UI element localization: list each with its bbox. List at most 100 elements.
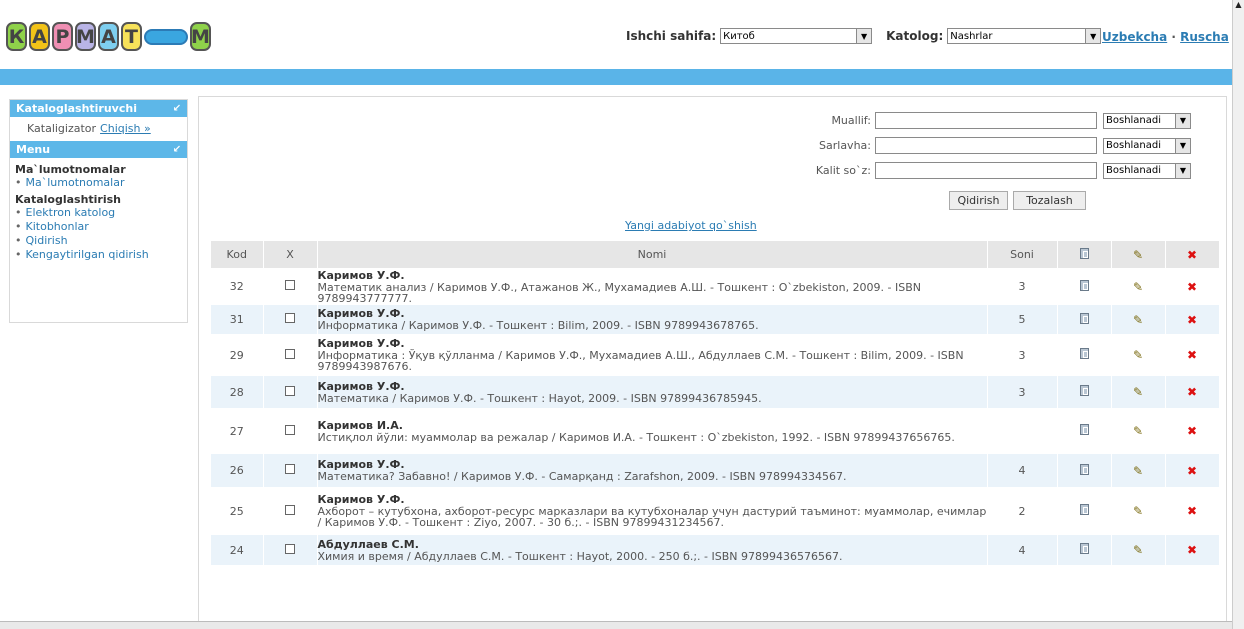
sidebar-item-kengaytirilgan-qidirish[interactable]: • Kengaytirilgan qidirish	[10, 248, 187, 262]
row-checkbox[interactable]	[285, 348, 295, 359]
row-edit-cell: ✎	[1111, 408, 1166, 454]
row-description: Математик анализ / Каримов У.Ф., Атажано…	[317, 280, 922, 305]
row-checkbox[interactable]	[285, 280, 295, 290]
kalit-input[interactable]	[875, 162, 1097, 179]
delete-icon[interactable]: ✖	[1187, 464, 1197, 478]
add-new-book-link[interactable]: Yangi adabiyot qo`shish	[625, 219, 757, 232]
collapse-icon[interactable]: ↙	[173, 144, 181, 155]
delete-icon[interactable]: ✖	[1187, 424, 1197, 438]
sidebar-item-malumotnomalar[interactable]: • Ma`lumotnomalar	[10, 176, 187, 190]
row-kod: 24	[211, 535, 264, 565]
ishchi-select[interactable]: Китоб ▼	[720, 28, 873, 44]
scroll-up-icon[interactable]: ▲	[1233, 0, 1244, 12]
lang-uzbek-link[interactable]: Uzbekcha	[1102, 30, 1167, 44]
edit-icon[interactable]: ✎	[1133, 424, 1143, 438]
lang-russian-link[interactable]: Ruscha	[1180, 30, 1229, 44]
copy-icon[interactable]	[1079, 504, 1089, 515]
logo-letter: М	[75, 22, 96, 51]
logo-dash	[144, 29, 188, 45]
muallif-label: Muallif:	[831, 114, 871, 127]
row-nomi: Каримов У.Ф. Математика? Забавно! / Кари…	[317, 454, 988, 487]
table-row: 32 Каримов У.Ф. Математик анализ / Карим…	[211, 268, 1220, 305]
delete-icon[interactable]: ✖	[1187, 313, 1197, 327]
row-kod: 32	[211, 268, 264, 305]
edit-icon[interactable]: ✎	[1133, 280, 1143, 294]
delete-icon[interactable]: ✖	[1187, 280, 1197, 294]
row-checkbox[interactable]	[285, 543, 295, 554]
logo: К А Р М А Т М	[6, 22, 211, 51]
sidebar-header-title: Menu	[16, 143, 51, 156]
logout-link[interactable]: Chiqish »	[100, 122, 151, 135]
col-kod-header[interactable]: Kod	[211, 241, 264, 268]
sidebar-item-label: Kitobhonlar	[25, 220, 89, 233]
copy-icon[interactable]	[1079, 348, 1089, 359]
col-nomi-header[interactable]: Nomi	[317, 241, 988, 268]
sidebar-item-elektron-katolog[interactable]: • Elektron katolog	[10, 206, 187, 220]
edit-icon[interactable]: ✎	[1133, 504, 1143, 518]
sidebar-item-label: Qidirish	[25, 234, 68, 247]
row-nomi: Каримов И.А. Истиқлол йўли: муаммолар ва…	[317, 408, 988, 454]
row-checkbox[interactable]	[285, 464, 295, 474]
table-row: 25 Каримов У.Ф. Ахборот – кутубхона, ахб…	[211, 487, 1220, 535]
sarlavha-input[interactable]	[875, 137, 1097, 154]
copy-icon[interactable]	[1079, 312, 1089, 324]
sidebar-item-label: Ma`lumotnomalar	[25, 176, 125, 189]
col-soni-header[interactable]: Soni	[987, 241, 1058, 268]
katolog-select[interactable]: Nashrlar ▼	[947, 28, 1102, 44]
row-checkbox[interactable]	[285, 424, 295, 435]
row-soni	[987, 408, 1058, 454]
row-delete-cell: ✖	[1165, 376, 1220, 408]
row-kod: 25	[211, 487, 264, 535]
sidebar-item-kitobhonlar[interactable]: • Kitobhonlar	[10, 220, 187, 234]
row-checkbox[interactable]	[285, 313, 295, 323]
main-panel: Muallif: Boshlanadi ▼ Sarlavha: Boshlana…	[198, 96, 1227, 629]
row-edit-cell: ✎	[1111, 454, 1166, 487]
sarlavha-mode-value: Boshlanadi	[1106, 140, 1162, 151]
row-description: Математика? Забавно! / Каримов У.Ф. - Са…	[317, 470, 847, 483]
row-checkbox-cell	[263, 487, 318, 535]
copy-icon[interactable]	[1079, 463, 1089, 475]
delete-icon[interactable]: ✖	[1187, 504, 1197, 518]
delete-icon[interactable]: ✖	[1187, 348, 1197, 362]
sidebar-item-label: Kengaytirilgan qidirish	[25, 248, 149, 261]
row-delete-cell: ✖	[1165, 487, 1220, 535]
row-checkbox-cell	[263, 535, 318, 565]
collapse-icon[interactable]: ↙	[173, 103, 181, 114]
row-checkbox[interactable]	[285, 385, 295, 396]
col-copy-header	[1057, 241, 1112, 268]
row-checkbox-cell	[263, 268, 318, 305]
search-button[interactable]: Qidirish	[949, 191, 1008, 210]
copy-icon[interactable]	[1079, 385, 1089, 396]
clear-button[interactable]: Tozalash	[1013, 191, 1086, 210]
edit-icon[interactable]: ✎	[1133, 348, 1143, 362]
sidebar-item-label: Elektron katolog	[25, 206, 116, 219]
delete-icon[interactable]: ✖	[1187, 385, 1197, 399]
table-header-row: Kod X Nomi Soni ✎ ✖	[211, 241, 1220, 268]
row-edit-cell: ✎	[1111, 268, 1166, 305]
kalit-mode-select[interactable]: Boshlanadi ▼	[1103, 162, 1191, 179]
row-checkbox[interactable]	[285, 504, 295, 515]
copy-icon[interactable]	[1079, 279, 1089, 291]
row-edit-cell: ✎	[1111, 535, 1166, 565]
logo-letter: А	[29, 22, 50, 51]
edit-icon[interactable]: ✎	[1133, 313, 1143, 327]
vertical-scrollbar[interactable]: ▲	[1232, 0, 1244, 629]
edit-icon[interactable]: ✎	[1133, 385, 1143, 399]
row-edit-cell: ✎	[1111, 487, 1166, 535]
row-description: Информатика : Ўқув қўлланма / Каримов У.…	[317, 349, 964, 373]
row-description: Химия и время / Абдуллаев С.М. - Тошкент…	[317, 549, 843, 563]
app-window: К А Р М А Т М Ishchi sahifa: Китоб ▼ Kat…	[0, 0, 1244, 629]
edit-icon: ✎	[1132, 247, 1144, 262]
copy-icon[interactable]	[1079, 543, 1089, 554]
muallif-input[interactable]	[875, 112, 1097, 129]
delete-icon[interactable]: ✖	[1187, 543, 1197, 557]
sarlavha-mode-select[interactable]: Boshlanadi ▼	[1103, 137, 1191, 154]
muallif-mode-select[interactable]: Boshlanadi ▼	[1103, 112, 1191, 129]
table-row: 31 Каримов У.Ф. Информатика / Каримов У.…	[211, 305, 1220, 334]
sidebar-item-qidirish[interactable]: • Qidirish	[10, 234, 187, 248]
edit-icon[interactable]: ✎	[1133, 543, 1143, 557]
menu-group-kataloglashtirish: Kataloglashtirish	[15, 193, 122, 206]
col-x-header: X	[263, 241, 318, 268]
edit-icon[interactable]: ✎	[1133, 464, 1143, 478]
copy-icon[interactable]	[1079, 424, 1089, 435]
